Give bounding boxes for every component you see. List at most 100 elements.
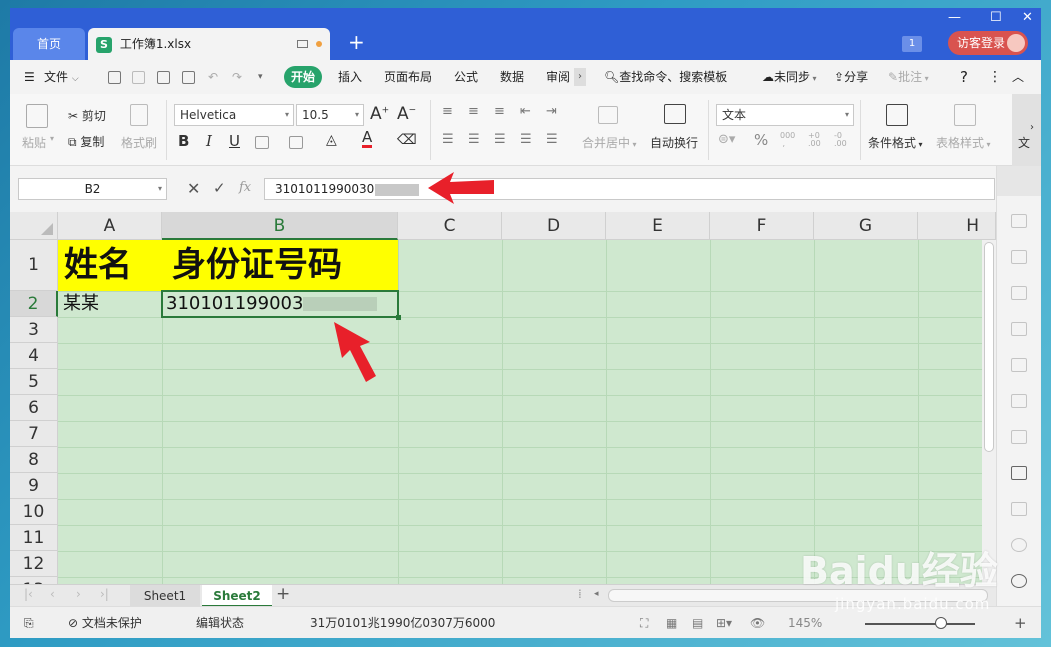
- row-header-13[interactable]: 13: [10, 577, 58, 584]
- align-bottom-icon[interactable]: ≡: [494, 104, 505, 119]
- row-header-3[interactable]: 3: [10, 317, 58, 343]
- more-options-icon[interactable]: ⋮: [988, 60, 1002, 94]
- sheet-tab-sheet1[interactable]: Sheet1: [130, 585, 200, 607]
- table-style-button[interactable]: 表格样式 ▾: [936, 134, 991, 151]
- currency-icon[interactable]: ⊜▾: [718, 132, 735, 147]
- row-header-12[interactable]: 12: [10, 551, 58, 577]
- copy-button[interactable]: ⧉ 复制: [68, 133, 104, 150]
- row-header-2[interactable]: 2: [10, 291, 58, 317]
- side-history-icon[interactable]: [1011, 574, 1027, 588]
- border-icon[interactable]: [255, 136, 269, 149]
- menu-file[interactable]: 文件 ⌵: [44, 60, 79, 94]
- share-button[interactable]: ⇪分享: [834, 60, 868, 94]
- format-painter-icon[interactable]: [130, 104, 148, 126]
- column-header-g[interactable]: G: [814, 212, 918, 240]
- column-header-f[interactable]: F: [710, 212, 814, 240]
- wrap-text-button[interactable]: 自动换行: [650, 134, 698, 151]
- text-tools-button[interactable]: 文: [1018, 134, 1030, 151]
- bold-button[interactable]: B: [178, 132, 189, 150]
- zoom-in-icon[interactable]: +: [1014, 607, 1027, 638]
- side-image-icon[interactable]: [1011, 502, 1027, 516]
- last-sheet-icon[interactable]: ›|: [100, 587, 109, 601]
- first-sheet-icon[interactable]: |‹: [24, 587, 33, 601]
- fullscreen-icon[interactable]: ⛶: [640, 607, 648, 638]
- row-header-6[interactable]: 6: [10, 395, 58, 421]
- decrease-indent-icon[interactable]: ⇤: [520, 104, 531, 119]
- undo-icon[interactable]: ↶: [208, 60, 218, 94]
- row-header-7[interactable]: 7: [10, 421, 58, 447]
- column-header-h[interactable]: H: [918, 212, 996, 240]
- name-box[interactable]: B2 ▾: [18, 178, 167, 200]
- fill-color-icon[interactable]: ◬: [326, 132, 337, 148]
- zoom-slider-knob[interactable]: [935, 617, 947, 629]
- side-copy-icon[interactable]: [1011, 394, 1027, 408]
- row-header-9[interactable]: 9: [10, 473, 58, 499]
- maximize-icon[interactable]: ☐: [990, 10, 1002, 25]
- comment-button[interactable]: ✎批注 ▾: [888, 60, 929, 94]
- table-style-icon[interactable]: [954, 104, 976, 126]
- normal-view-icon[interactable]: ▦: [666, 607, 677, 638]
- tab-review[interactable]: 审阅: [546, 60, 570, 94]
- row-header-5[interactable]: 5: [10, 369, 58, 395]
- font-name-select[interactable]: Helvetica ▾: [174, 104, 294, 126]
- column-header-b[interactable]: B: [162, 212, 398, 240]
- save-icon[interactable]: [108, 71, 121, 84]
- prev-sheet-icon[interactable]: ‹: [50, 587, 55, 601]
- font-color-icon[interactable]: A: [362, 130, 373, 148]
- page-layout-view-icon[interactable]: ▤: [692, 607, 703, 638]
- row-header-1[interactable]: 1: [10, 240, 58, 291]
- tab-insert[interactable]: 插入: [338, 60, 362, 94]
- zoom-level[interactable]: 145%: [788, 607, 822, 638]
- column-header-a[interactable]: A: [58, 212, 162, 240]
- quick-access-dropdown-icon[interactable]: ▾: [258, 60, 263, 94]
- print-icon[interactable]: [157, 71, 170, 84]
- row-header-4[interactable]: 4: [10, 343, 58, 369]
- cell-a1[interactable]: 姓名: [58, 240, 162, 291]
- formula-input[interactable]: 3101011990030: [264, 178, 995, 200]
- side-crop-icon[interactable]: [1011, 358, 1027, 372]
- window-count-badge[interactable]: 1: [902, 36, 922, 52]
- confirm-edit-icon[interactable]: ✓: [213, 179, 226, 197]
- paste-button[interactable]: 粘贴: [22, 134, 46, 151]
- help-icon[interactable]: ?: [960, 60, 968, 94]
- document-protection[interactable]: ⊘ 文档未保护: [68, 607, 142, 638]
- format-painter-button[interactable]: 格式刷: [121, 134, 157, 151]
- tab-page-layout[interactable]: 页面布局: [384, 60, 432, 94]
- splitter-icon[interactable]: ⁞: [578, 587, 582, 601]
- align-left-icon[interactable]: ☰: [442, 132, 454, 147]
- conditional-format-button[interactable]: 条件格式 ▾: [868, 134, 923, 151]
- insert-function-button[interactable]: fx: [239, 180, 251, 195]
- eye-protection-icon[interactable]: 👁︎: [750, 607, 765, 638]
- page-break-view-icon[interactable]: ⊞▾: [716, 607, 732, 638]
- percent-button[interactable]: %: [754, 131, 768, 149]
- search-command[interactable]: 🔍︎查找命令、搜索模板: [604, 60, 727, 94]
- increase-font-icon[interactable]: A+: [370, 104, 389, 124]
- decrease-decimal-icon[interactable]: -0.00: [834, 132, 847, 148]
- tab-document[interactable]: S 工作簿1.xlsx: [88, 28, 330, 60]
- sheet-tab-sheet2[interactable]: Sheet2: [202, 585, 272, 607]
- side-time-icon[interactable]: [1011, 538, 1027, 552]
- italic-button[interactable]: I: [206, 132, 212, 150]
- align-right-icon[interactable]: ☰: [494, 132, 506, 147]
- increase-indent-icon[interactable]: ⇥: [546, 104, 557, 119]
- tab-home[interactable]: 首页: [13, 28, 85, 60]
- tab-start[interactable]: 开始: [284, 66, 322, 88]
- guest-login-button[interactable]: 访客登录: [948, 31, 1028, 55]
- column-header-d[interactable]: D: [502, 212, 606, 240]
- tab-data[interactable]: 数据: [500, 60, 524, 94]
- minimize-icon[interactable]: —: [948, 10, 961, 25]
- window-icon[interactable]: [297, 40, 308, 48]
- conditional-format-icon[interactable]: [886, 104, 908, 126]
- cell-fill-pattern-icon[interactable]: [289, 136, 303, 149]
- side-chart-icon[interactable]: [1011, 286, 1027, 300]
- merge-center-button[interactable]: 合并居中 ▾: [582, 134, 637, 151]
- select-all-corner[interactable]: [10, 212, 58, 240]
- side-table-icon[interactable]: [1011, 214, 1027, 228]
- column-header-e[interactable]: E: [606, 212, 710, 240]
- row-header-8[interactable]: 8: [10, 447, 58, 473]
- number-format-select[interactable]: 文本 ▾: [716, 104, 854, 126]
- export-icon[interactable]: [132, 71, 145, 84]
- column-header-c[interactable]: C: [398, 212, 502, 240]
- row-header-10[interactable]: 10: [10, 499, 58, 525]
- next-sheet-icon[interactable]: ›: [76, 587, 81, 601]
